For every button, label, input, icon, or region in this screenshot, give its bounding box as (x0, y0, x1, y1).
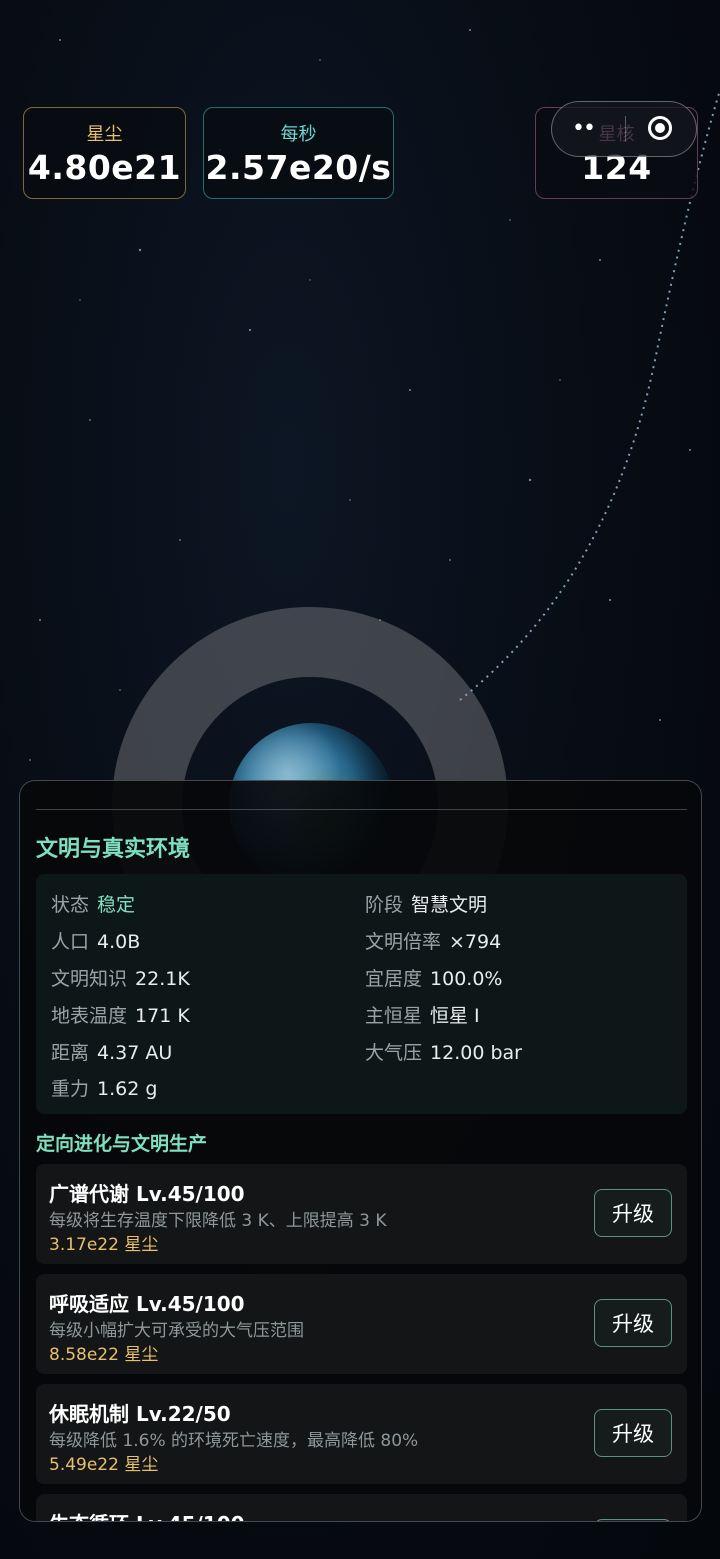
stardust-counter: 星尘 4.80e21 (23, 107, 186, 199)
info-main-star: 主恒星 恒星 I (365, 1005, 480, 1027)
info-stage: 阶段 智慧文明 (365, 894, 488, 916)
upgrade-button[interactable]: 升级 (594, 1189, 672, 1237)
upgrade-card: 生态循环 Lv.45/100 升级 (36, 1494, 687, 1521)
panel-divider (36, 809, 687, 810)
per-second-value: 2.57e20/s (205, 148, 392, 187)
info-habitability: 宜居度 100.0% (365, 968, 503, 990)
per-second-counter: 每秒 2.57e20/s (203, 107, 394, 199)
section-title: 定向进化与文明生产 (36, 1133, 208, 1155)
target-circle-icon[interactable] (648, 116, 672, 140)
upgrade-button[interactable]: 升级 (594, 1409, 672, 1457)
upgrade-desc: 每级小幅扩大可承受的大气压范围 (49, 1321, 304, 1341)
upgrade-desc: 每级降低 1.6% 的环境死亡速度，最高降低 80% (49, 1431, 419, 1451)
upgrade-cost: 8.58e22 星尘 (49, 1345, 159, 1365)
info-surface-temp: 地表温度 171 K (51, 1005, 190, 1027)
upgrade-button[interactable]: 升级 (594, 1299, 672, 1347)
info-status: 状态 稳定 (51, 894, 136, 916)
info-gravity: 重力 1.62 g (51, 1078, 158, 1100)
upgrade-name: 呼吸适应 Lv.45/100 (49, 1292, 245, 1316)
capsule-divider (625, 116, 626, 142)
stardust-value: 4.80e21 (27, 148, 182, 187)
upgrade-button[interactable]: 升级 (594, 1519, 672, 1521)
more-dots-icon[interactable]: •• (572, 116, 596, 141)
info-population: 人口 4.0B (51, 931, 141, 953)
upgrade-card: 休眠机制 Lv.22/50 每级降低 1.6% 的环境死亡速度，最高降低 80%… (36, 1384, 687, 1484)
panel-title: 文明与真实环境 (36, 837, 191, 862)
miniprogram-capsule: •• (551, 101, 697, 157)
upgrade-card: 广谱代谢 Lv.45/100 每级将生存温度下限降低 3 K、上限提高 3 K … (36, 1164, 687, 1264)
upgrade-desc: 每级将生存温度下限降低 3 K、上限提高 3 K (49, 1211, 387, 1231)
upgrade-card: 呼吸适应 Lv.45/100 每级小幅扩大可承受的大气压范围 8.58e22 星… (36, 1274, 687, 1374)
stardust-label: 星尘 (86, 124, 123, 145)
info-civ-multiplier: 文明倍率 ×794 (365, 931, 502, 953)
per-second-label: 每秒 (280, 124, 317, 145)
upgrade-cost: 5.49e22 星尘 (49, 1455, 159, 1475)
civilization-panel: 文明与真实环境 状态 稳定 阶段 智慧文明 人口 4.0B 文明倍率 ×794 文明知识… (19, 780, 702, 1522)
upgrade-cost: 3.17e22 星尘 (49, 1235, 159, 1255)
info-distance: 距离 4.37 AU (51, 1042, 173, 1064)
info-knowledge: 文明知识 22.1K (51, 968, 190, 990)
environment-info: 状态 稳定 阶段 智慧文明 人口 4.0B 文明倍率 ×794 文明知识 22.1K 宜居… (36, 874, 687, 1114)
upgrade-name: 广谱代谢 Lv.45/100 (49, 1182, 245, 1206)
info-pressure: 大气压 12.00 bar (365, 1042, 522, 1064)
upgrade-name: 生态循环 Lv.45/100 (49, 1508, 245, 1521)
upgrade-name: 休眠机制 Lv.22/50 (49, 1402, 231, 1426)
